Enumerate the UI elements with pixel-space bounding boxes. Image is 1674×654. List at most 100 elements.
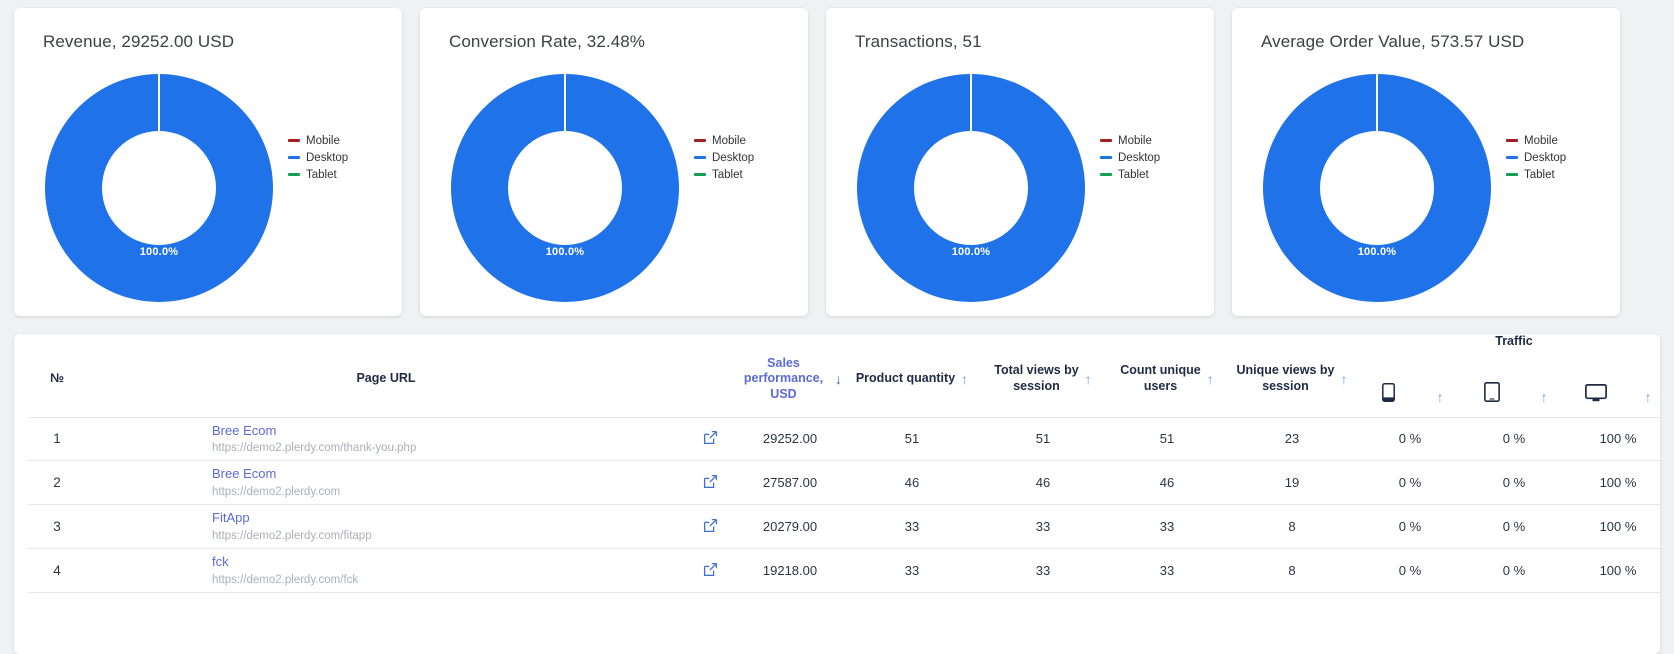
header-quantity-text: Product quantity bbox=[855, 371, 956, 386]
donut-percent-label: 100.0% bbox=[545, 246, 585, 258]
page-title-link[interactable]: Bree Ecom bbox=[90, 465, 682, 484]
table-row[interactable]: 3 FitApp https://demo2.plerdy.com/fitapp bbox=[28, 504, 1660, 550]
sort-asc-icon[interactable]: ↑ bbox=[1437, 389, 1444, 405]
legend-swatch-icon bbox=[1100, 139, 1112, 142]
table-row[interactable]: 4 fck https://demo2.plerdy.com/fck 19218… bbox=[28, 548, 1660, 594]
cell-page-url: Bree Ecom https://demo2.plerdy.com bbox=[86, 460, 686, 506]
page-title-link[interactable]: FitApp bbox=[90, 509, 682, 528]
cell-total-views: 46 bbox=[978, 460, 1108, 506]
sort-asc-icon[interactable]: ↑ bbox=[1085, 372, 1092, 386]
cell-traffic-desktop: 100 % bbox=[1566, 460, 1660, 506]
donut-graphic[interactable]: 100.0% bbox=[857, 74, 1085, 302]
cell-traffic-tablet: 0 % bbox=[1462, 504, 1566, 550]
donut-chart-average-order-value: 100.0% Mobile Desktop Tablet bbox=[1232, 52, 1620, 302]
legend-label: Tablet bbox=[1118, 168, 1149, 181]
header-product-quantity[interactable]: Product quantity ↑ bbox=[846, 349, 978, 418]
header-total-views-by-session[interactable]: Total views by session ↑ bbox=[978, 349, 1108, 418]
chart-legend: Mobile Desktop Tablet bbox=[288, 132, 376, 183]
page-url-text: https://demo2.plerdy.com/fitapp bbox=[212, 530, 372, 543]
cell-open-link[interactable] bbox=[686, 548, 734, 594]
header-traffic-tablet-sort[interactable]: ↑ bbox=[1522, 349, 1566, 418]
legend-label: Desktop bbox=[712, 151, 755, 164]
cell-sales: 29252.00 bbox=[734, 417, 846, 462]
mobile-icon bbox=[1381, 382, 1395, 402]
external-link-icon[interactable] bbox=[703, 562, 718, 577]
cell-no: 4 bbox=[28, 548, 86, 594]
cell-unique-views: 8 bbox=[1226, 548, 1358, 594]
header-traffic-desktop bbox=[1566, 349, 1626, 418]
cell-unique-views: 23 bbox=[1226, 417, 1358, 462]
sort-asc-icon[interactable]: ↑ bbox=[961, 372, 968, 386]
header-sales-performance[interactable]: Sales performance, USD ↓ bbox=[734, 349, 846, 418]
legend-item-desktop[interactable]: Desktop bbox=[288, 149, 376, 166]
dashboard-page: Revenue, 29252.00 USD 100.0% Mobile Desk… bbox=[0, 0, 1674, 654]
donut-graphic[interactable]: 100.0% bbox=[451, 74, 679, 302]
legend-swatch-icon bbox=[694, 139, 706, 142]
cell-no: 3 bbox=[28, 504, 86, 550]
legend-item-desktop[interactable]: Desktop bbox=[1506, 149, 1594, 166]
legend-item-mobile[interactable]: Mobile bbox=[1100, 132, 1188, 149]
header-total-views-line2: session bbox=[1013, 379, 1060, 394]
legend-item-desktop[interactable]: Desktop bbox=[1100, 149, 1188, 166]
page-title-link[interactable]: Bree Ecom bbox=[90, 422, 682, 441]
donut-percent-label: 100.0% bbox=[951, 246, 991, 258]
page-title-link[interactable]: fck bbox=[90, 553, 682, 572]
header-unique-views-by-session[interactable]: Unique views by session ↑ bbox=[1226, 349, 1358, 418]
external-link-icon[interactable] bbox=[703, 474, 718, 489]
header-count-unique-users[interactable]: Count unique users ↑ bbox=[1108, 349, 1226, 418]
donut-svg bbox=[1263, 74, 1491, 302]
sort-asc-icon[interactable]: ↑ bbox=[1645, 389, 1652, 405]
legend-item-tablet[interactable]: Tablet bbox=[1100, 166, 1188, 183]
donut-chart-transactions: 100.0% Mobile Desktop Tablet bbox=[826, 52, 1214, 302]
cell-quantity: 33 bbox=[846, 504, 978, 550]
sort-asc-icon[interactable]: ↑ bbox=[1340, 372, 1347, 386]
cell-open-link[interactable] bbox=[686, 417, 734, 462]
donut-graphic[interactable]: 100.0% bbox=[45, 74, 273, 302]
legend-item-desktop[interactable]: Desktop bbox=[694, 149, 782, 166]
cell-quantity: 46 bbox=[846, 460, 978, 506]
desktop-icon bbox=[1585, 383, 1607, 402]
donut-percent-label: 100.0% bbox=[1357, 246, 1397, 258]
sort-desc-icon[interactable]: ↓ bbox=[835, 372, 842, 386]
legend-item-mobile[interactable]: Mobile bbox=[694, 132, 782, 149]
legend-label: Mobile bbox=[1524, 134, 1558, 147]
table-row[interactable]: 2 Bree Ecom https://demo2.plerdy.com 275… bbox=[28, 460, 1660, 506]
cell-traffic-mobile: 0 % bbox=[1358, 460, 1462, 506]
cell-traffic-desktop: 100 % bbox=[1566, 417, 1660, 462]
legend-swatch-icon bbox=[288, 173, 300, 176]
table-row[interactable]: 1 Bree Ecom https://demo2.plerdy.com/tha… bbox=[28, 417, 1660, 462]
legend-item-mobile[interactable]: Mobile bbox=[1506, 132, 1594, 149]
table-header-row: № Page URL Sales performance, USD ↓ Prod… bbox=[28, 349, 1660, 418]
cell-quantity: 33 bbox=[846, 548, 978, 594]
card-title: Revenue, 29252.00 USD bbox=[43, 32, 235, 51]
card-title: Transactions, 51 bbox=[855, 32, 982, 51]
kpi-card-revenue: Revenue, 29252.00 USD 100.0% Mobile Desk… bbox=[14, 8, 402, 316]
legend-item-mobile[interactable]: Mobile bbox=[288, 132, 376, 149]
header-traffic-mobile bbox=[1358, 349, 1418, 418]
header-total-views-line1: Total views by bbox=[994, 363, 1079, 378]
legend-item-tablet[interactable]: Tablet bbox=[694, 166, 782, 183]
sort-asc-icon[interactable]: ↑ bbox=[1541, 389, 1548, 405]
donut-percent-label: 100.0% bbox=[139, 246, 179, 258]
cell-traffic-mobile: 0 % bbox=[1358, 548, 1462, 594]
legend-item-tablet[interactable]: Tablet bbox=[288, 166, 376, 183]
legend-label: Desktop bbox=[1118, 151, 1161, 164]
cell-open-link[interactable] bbox=[686, 460, 734, 506]
external-link-icon[interactable] bbox=[703, 430, 718, 445]
donut-graphic[interactable]: 100.0% bbox=[1263, 74, 1491, 302]
header-traffic-desktop-sort[interactable]: ↑ bbox=[1626, 349, 1660, 418]
external-link-icon[interactable] bbox=[703, 518, 718, 533]
cell-traffic-desktop: 100 % bbox=[1566, 548, 1660, 594]
legend-item-tablet[interactable]: Tablet bbox=[1506, 166, 1594, 183]
pages-table-wrapper: Traffic № Page URL Sales performance, US… bbox=[14, 334, 1660, 594]
header-traffic-mobile-sort[interactable]: ↑ bbox=[1418, 349, 1462, 418]
donut-svg bbox=[857, 74, 1085, 302]
legend-label: Mobile bbox=[306, 134, 340, 147]
donut-chart-revenue: 100.0% Mobile Desktop Tablet bbox=[14, 52, 402, 302]
legend-label: Tablet bbox=[712, 168, 743, 181]
header-sales-line2: performance, USD bbox=[743, 371, 824, 401]
chart-legend: Mobile Desktop Tablet bbox=[1506, 132, 1594, 183]
sort-asc-icon[interactable]: ↑ bbox=[1207, 372, 1214, 386]
cell-open-link[interactable] bbox=[686, 504, 734, 550]
kpi-card-conversion-rate: Conversion Rate, 32.48% 100.0% Mobile De… bbox=[420, 8, 808, 316]
